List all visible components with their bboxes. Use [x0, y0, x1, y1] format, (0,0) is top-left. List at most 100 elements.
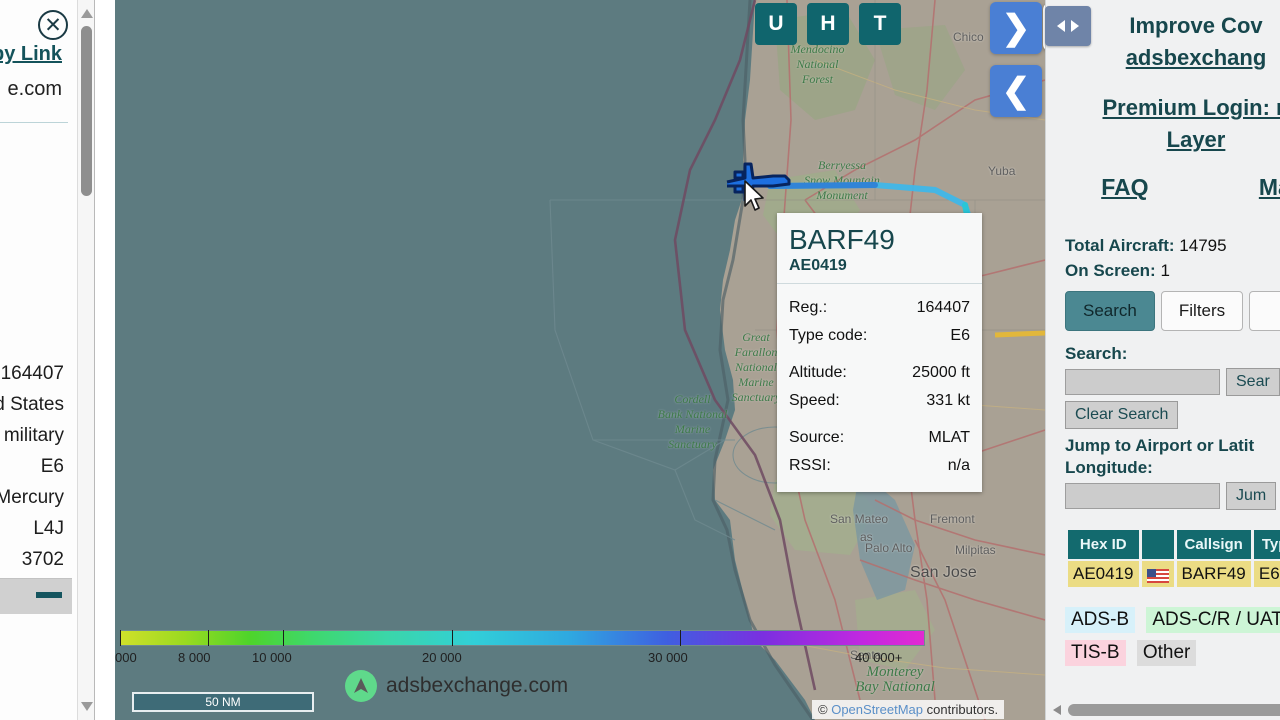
altitude-label: 30 000 [648, 650, 688, 665]
altitude-tick [283, 630, 284, 646]
layer-link-text[interactable]: Layer [1167, 127, 1226, 152]
legend-adsc: ADS-C/R / UAT [1146, 607, 1280, 633]
spec-model: 6 Mercury [0, 487, 64, 508]
legend-row-1: ADS-B ADS-C/R / UAT [1065, 607, 1280, 633]
search-button[interactable]: Sear [1226, 368, 1280, 396]
legend-adsb: ADS-B [1065, 607, 1136, 633]
popup-header: BARF49 AE0419 [777, 213, 982, 283]
popup-body: Reg.: 164407 Type code: E6 Altitude: 250… [777, 284, 982, 492]
altitude-label: 40 000+ [855, 650, 903, 665]
jump-label-line1: Jump to Airport or Latit [1065, 436, 1255, 455]
search-input[interactable] [1065, 369, 1220, 395]
layer-link[interactable]: Layer [1046, 124, 1280, 156]
popup-label: Source: [789, 429, 845, 447]
collapse-arrows-icon [1057, 20, 1079, 32]
legend-row-2: TIS-B Other [1065, 640, 1280, 666]
column-header-type[interactable]: Type [1253, 530, 1280, 559]
popup-label: Type code: [789, 327, 868, 345]
scroll-up-arrow-icon[interactable] [81, 9, 93, 18]
scrollbar-thumb[interactable] [81, 26, 92, 196]
map-label-cordell: Cordell Bank National Marine Sanctuary [657, 392, 728, 451]
clear-search-button[interactable]: Clear Search [1065, 401, 1179, 429]
chevron-left-icon[interactable]: ❮ [990, 65, 1042, 117]
tab-filters[interactable]: Filters [1160, 291, 1244, 331]
scroll-down-arrow-icon[interactable] [81, 702, 93, 711]
us-flag-icon [1146, 568, 1169, 583]
spec-wake: L4J [33, 518, 64, 539]
jump-input[interactable] [1065, 483, 1220, 509]
collapse-sidebar-button[interactable] [1045, 6, 1091, 46]
on-screen-value: 1 [1160, 261, 1170, 280]
tiny-tab-link[interactable]: ta [1046, 209, 1280, 221]
hscrollbar-thumb[interactable] [1068, 704, 1280, 716]
faq-link[interactable]: FAQ [1101, 174, 1148, 201]
aircraft-marker-BARF49[interactable] [721, 152, 795, 210]
sidebar-tabs: Search Filters [1046, 283, 1280, 331]
altitude-tick [208, 630, 209, 646]
right-sidebar: Improve Cov adsbexchang Premium Login: n… [1045, 0, 1280, 720]
map-label-san-jose: San Jose [910, 564, 977, 581]
dash-icon [36, 592, 62, 598]
popup-value: 164407 [916, 299, 970, 317]
jump-label-line2: Longitude: [1065, 458, 1153, 477]
table-row[interactable]: AE0419 BARF49 E6 [1068, 561, 1280, 587]
openstreetmap-link[interactable]: OpenStreetMap [831, 702, 923, 717]
scroll-left-arrow-icon[interactable] [1053, 705, 1061, 715]
aircraft-spec-list: 164407 ted States military E6 6 Mercury … [0, 358, 72, 575]
legend-other: Other [1136, 640, 1197, 666]
spec-squawk: 3702 [21, 549, 64, 570]
cell-callsign[interactable]: BARF49 [1176, 561, 1251, 587]
aircraft-photo [0, 150, 70, 340]
map-label-fremont: Fremont [930, 512, 975, 526]
aircraft-table: Hex ID Callsign Type AE0419 [1046, 528, 1280, 589]
panel-divider [0, 122, 68, 123]
map-toggle-h[interactable]: H [807, 3, 849, 45]
tab-extra[interactable] [1249, 291, 1280, 331]
clear-search-row: Clear Search [1046, 401, 1280, 429]
cell-type[interactable]: E6 [1253, 561, 1280, 587]
left-panel-scrollbar[interactable] [77, 0, 94, 720]
map-link[interactable]: Ma [1259, 174, 1280, 201]
attribution-copyright: © [818, 702, 828, 717]
adsb-brand: adsbexchange.com [345, 670, 568, 702]
tab-search[interactable]: Search [1065, 291, 1155, 331]
chevron-right-icon[interactable]: ❯ [990, 2, 1042, 54]
altitude-label: 000 [115, 650, 137, 665]
search-field-row: Sear [1046, 368, 1280, 396]
map-toggle-u[interactable]: U [755, 3, 797, 45]
aircraft-detail-panel: ✕ py Link e.com 164407 ted States milita… [0, 0, 95, 720]
copy-link-button[interactable]: py Link [0, 43, 68, 66]
altitude-label: 8 000 [178, 650, 211, 665]
jump-button[interactable]: Jum [1226, 482, 1277, 510]
premium-login-text[interactable]: Premium Login: n [1103, 95, 1280, 120]
attribution-suffix: contributors. [926, 702, 999, 717]
popup-label: Speed: [789, 392, 840, 410]
column-header-callsign[interactable]: Callsign [1176, 530, 1251, 559]
map-canvas[interactable]: Mendocino National Forest Berryessa Snow… [115, 0, 1045, 720]
column-header-hex-id[interactable]: Hex ID [1068, 530, 1139, 559]
map-label-milpitas: Milpitas [955, 543, 996, 557]
total-aircraft-stat: Total Aircraft: 14795 [1046, 233, 1280, 258]
close-icon[interactable]: ✕ [38, 10, 68, 40]
popup-gap [789, 350, 970, 359]
popup-label: RSSI: [789, 457, 831, 475]
popup-row-rssi: RSSI: n/a [789, 452, 970, 480]
cell-hex-id[interactable]: AE0419 [1068, 561, 1139, 587]
popup-callsign: BARF49 [789, 224, 895, 255]
adsbexchange-link-text[interactable]: adsbexchang [1126, 45, 1267, 70]
premium-login-link[interactable]: Premium Login: n [1046, 92, 1280, 124]
cell-flag [1141, 561, 1174, 587]
popup-label: Altitude: [789, 364, 847, 382]
popup-row-speed: Speed: 331 kt [789, 387, 970, 415]
altitude-tick [120, 630, 121, 646]
legend-tisb: TIS-B [1065, 640, 1126, 666]
column-header-flag[interactable] [1141, 530, 1174, 559]
spec-registration: 164407 [0, 363, 64, 384]
panel-highlight-row [0, 578, 72, 614]
aircraft-info-popup[interactable]: BARF49 AE0419 Reg.: 164407 Type code: E6… [777, 213, 982, 493]
map-toggle-t[interactable]: T [859, 3, 901, 45]
adsb-exchange-app: Mendocino National Forest Berryessa Snow… [0, 0, 1280, 720]
adsbexchange-link[interactable]: adsbexchang [1046, 42, 1280, 74]
osm-attribution: © OpenStreetMap contributors. [812, 700, 1005, 719]
sidebar-horizontal-scrollbar[interactable] [1046, 701, 1280, 718]
